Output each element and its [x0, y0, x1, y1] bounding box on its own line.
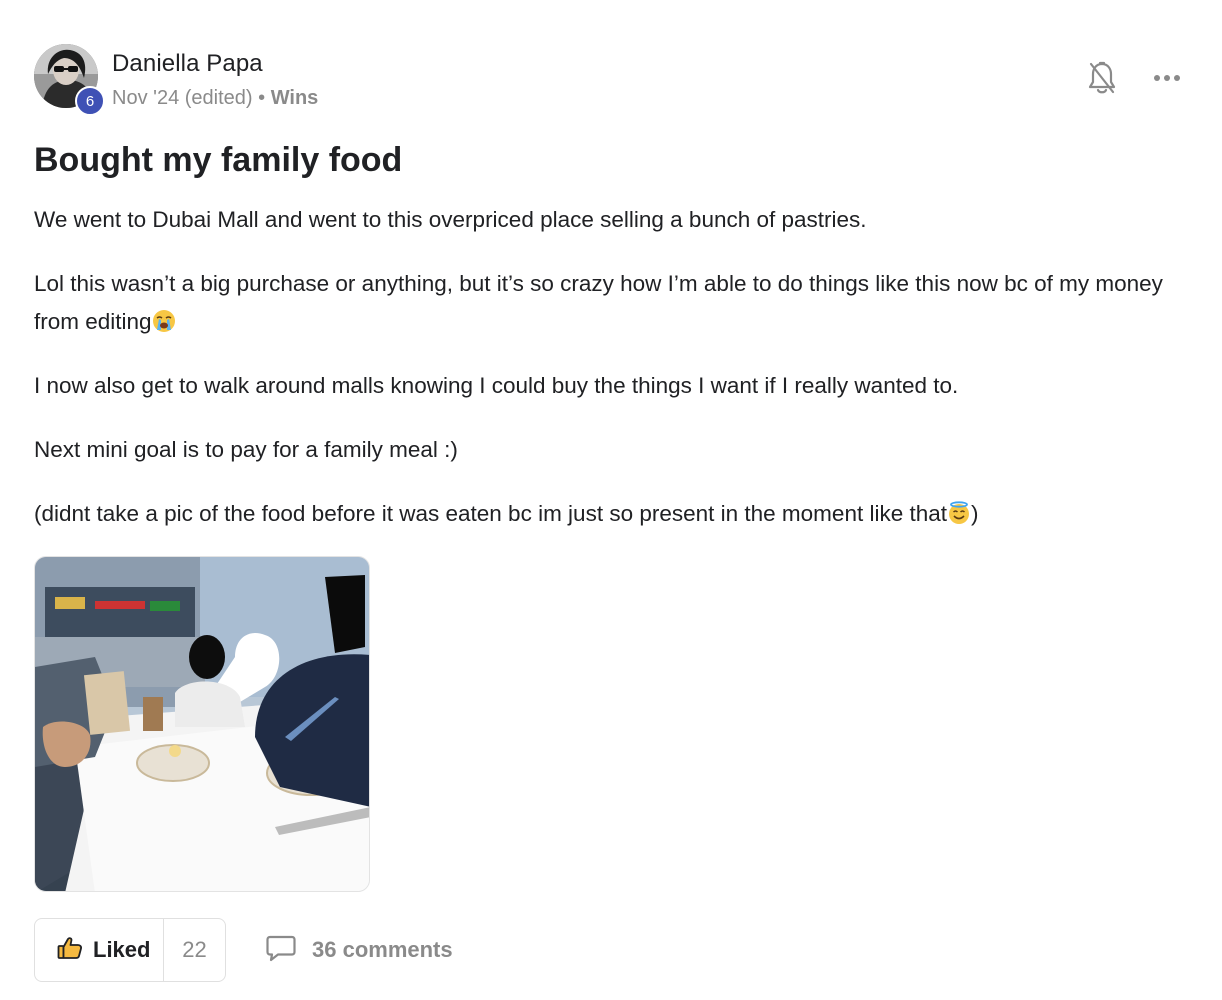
- comments-button[interactable]: 36 comments: [266, 918, 453, 982]
- thumbs-up-icon: [57, 936, 83, 965]
- post-photo[interactable]: [34, 556, 370, 892]
- paragraph-text: (didnt take a pic of the food before it …: [34, 501, 947, 526]
- comment-bubble-icon: [266, 934, 296, 967]
- comments-label: 36 comments: [312, 937, 453, 962]
- paragraph: (didnt take a pic of the food before it …: [34, 495, 1196, 533]
- more-horizontal-icon[interactable]: [1152, 70, 1182, 86]
- paragraph: We went to Dubai Mall and went to this o…: [34, 207, 867, 232]
- like-count[interactable]: 22: [164, 919, 225, 981]
- post-header: 6 Daniella Papa Nov '24 (edited) • Wins: [34, 42, 1194, 116]
- paragraph-text: Lol this wasn’t a big purchase or anythi…: [34, 271, 1163, 334]
- loudly-crying-face-emoji: [152, 307, 176, 332]
- paragraph: Lol this wasn’t a big purchase or anythi…: [34, 265, 1196, 341]
- author-name[interactable]: Daniella Papa: [112, 50, 263, 78]
- post-actions: Liked 22 36 comments: [34, 918, 634, 982]
- like-group: Liked 22: [34, 918, 226, 982]
- author-avatar[interactable]: 6: [34, 44, 105, 116]
- bell-off-icon[interactable]: [1088, 60, 1116, 96]
- smiling-face-with-halo-emoji: [947, 499, 971, 524]
- paragraph: I now also get to walk around malls know…: [34, 373, 959, 398]
- post-card: 6 Daniella Papa Nov '24 (edited) • Wins …: [34, 42, 1196, 982]
- post-body: We went to Dubai Mall and went to this o…: [34, 201, 1196, 533]
- paragraph: Next mini goal is to pay for a family me…: [34, 437, 458, 462]
- like-label: Liked: [93, 937, 151, 962]
- post-title: Bought my family food: [34, 141, 403, 179]
- level-badge: 6: [75, 86, 105, 116]
- like-button[interactable]: Liked: [35, 919, 164, 981]
- paragraph-text-end: ): [971, 501, 979, 526]
- post-meta: Nov '24 (edited) • Wins: [112, 87, 318, 110]
- post-date: Nov '24 (edited): [112, 87, 253, 109]
- meta-separator: •: [258, 87, 266, 109]
- post-category[interactable]: Wins: [271, 87, 319, 109]
